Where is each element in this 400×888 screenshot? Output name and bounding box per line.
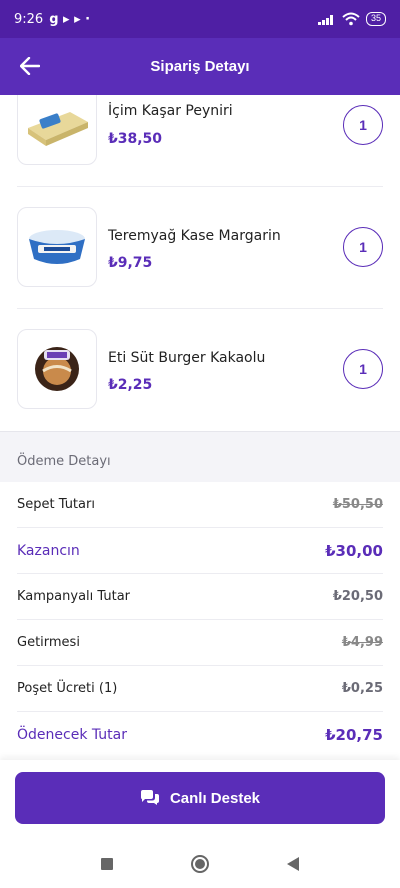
payment-section-header: Ödeme Detayı [0,431,400,482]
payment-label: Sepet Tutarı [17,497,95,512]
arrow-left-icon [20,57,40,75]
back-triangle-icon[interactable] [287,857,299,871]
payment-label: Poşet Ücreti (1) [17,681,118,696]
quantity-badge[interactable]: 1 [343,105,383,145]
payment-label: Kampanyalı Tutar [17,589,131,604]
bottom-action-area: Canlı Destek [0,760,400,840]
battery-icon: 35 [365,12,386,26]
product-price: ₺38,50 [108,131,163,147]
product-price: ₺2,25 [108,377,153,393]
list-item: İçim Kaşar Peyniri ₺38,50 1 [0,95,400,187]
status-bar: 9:26 g ▸ ▸ · 35 [0,0,400,38]
payment-value: ₺20,50 [332,589,383,604]
payment-row-savings: Kazancın ₺30,00 [17,528,383,574]
payment-value: ₺4,99 [341,635,383,650]
payment-label: Ödenecek Tutar [17,727,127,743]
product-price: ₺9,75 [108,255,153,271]
system-nav-bar [0,840,400,888]
live-support-label: Canlı Destek [169,789,261,807]
chat-bubbles-icon [140,790,159,805]
payment-details-list: Sepet Tutarı ₺50,50 Kazancın ₺30,00 Kamp… [0,482,400,762]
back-button[interactable] [16,52,44,80]
product-name: Teremyağ Kase Margarin [108,228,281,244]
product-name: İçim Kaşar Peyniri [108,103,233,119]
payment-label: Kazancın [17,542,80,559]
payment-value: ₺0,25 [341,681,383,696]
margarine-tub-icon [29,230,85,264]
payment-value: ₺30,00 [325,541,383,560]
payment-value: ₺50,50 [332,497,383,512]
payment-row-delivery-fee: Getirmesi ₺4,99 [17,620,383,666]
home-icon[interactable] [191,855,209,873]
cheese-package-icon [28,112,88,146]
cake-snack-icon [35,347,79,391]
payment-row-basket-total: Sepet Tutarı ₺50,50 [17,482,383,528]
live-support-button[interactable]: Canlı Destek [15,772,385,824]
payment-row-campaign-total: Kampanyalı Tutar ₺20,50 [17,574,383,620]
order-items-list[interactable]: İçim Kaşar Peyniri ₺38,50 1 Teremyağ Kas… [0,95,400,431]
recent-apps-icon[interactable] [101,858,113,870]
signal-icon [317,15,333,25]
product-name: Eti Süt Burger Kakaolu [108,350,266,366]
app-bar: Sipariş Detayı [0,38,400,95]
product-image [17,329,97,409]
status-time: 9:26 [14,11,44,27]
product-image [17,207,97,287]
notification-icons: g ▸ ▸ · [49,11,91,27]
section-title: Ödeme Detayı [17,454,111,469]
payment-row-bag-fee: Poşet Ücreti (1) ₺0,25 [17,666,383,712]
payment-label: Getirmesi [17,635,80,650]
payment-value: ₺20,75 [325,726,383,744]
payment-row-amount-due: Ödenecek Tutar ₺20,75 [17,712,383,758]
list-item: Eti Süt Burger Kakaolu ₺2,25 1 [0,309,400,431]
product-image [17,95,97,165]
quantity-badge[interactable]: 1 [343,227,383,267]
page-title: Sipariş Detayı [150,58,250,75]
wifi-icon [342,12,360,26]
list-item: Teremyağ Kase Margarin ₺9,75 1 [0,187,400,309]
quantity-badge[interactable]: 1 [343,349,383,389]
